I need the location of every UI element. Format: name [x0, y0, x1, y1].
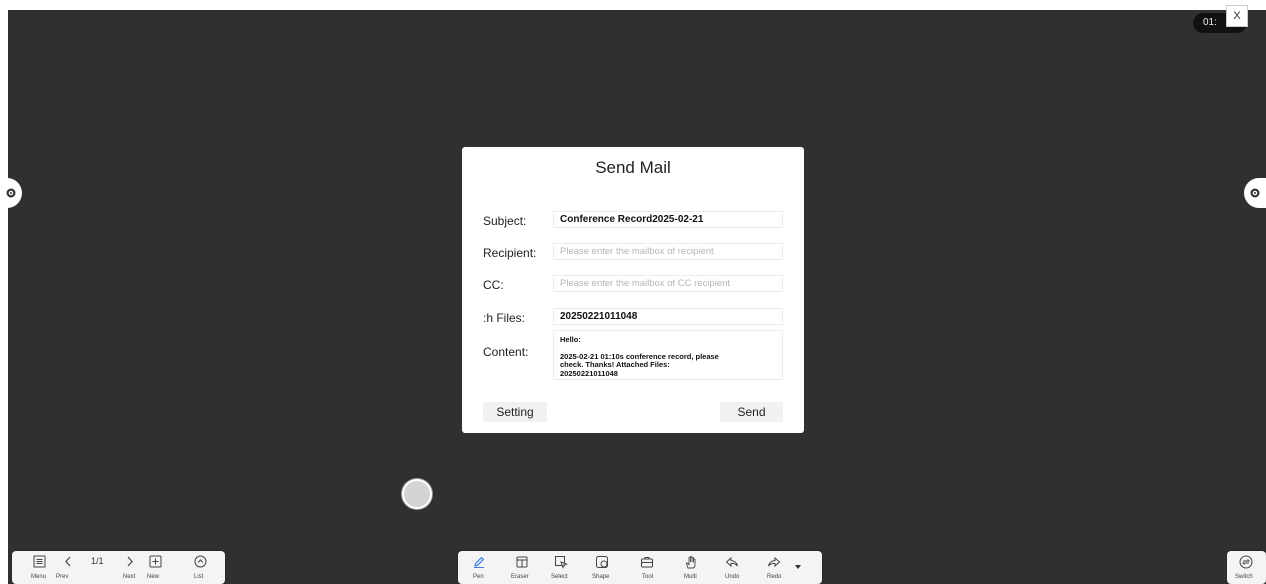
shape-label: Shape — [592, 574, 610, 580]
floating-assistant-ball[interactable] — [402, 479, 432, 509]
prev-label: Prev — [56, 574, 69, 580]
attached-files-input[interactable] — [553, 308, 783, 325]
attached-files-label: :h Files: — [483, 311, 526, 325]
content-line: Hello: — [560, 335, 581, 344]
recipient-label: Recipient: — [483, 246, 537, 260]
new-page-button[interactable] — [149, 555, 162, 568]
multi-touch-tool[interactable] — [684, 555, 698, 569]
hand-icon — [686, 556, 696, 569]
gear-icon — [6, 188, 16, 198]
tool-box[interactable] — [640, 555, 654, 569]
setting-button[interactable]: Setting — [483, 402, 547, 422]
menu-button[interactable] — [33, 555, 46, 568]
redo-icon — [768, 556, 781, 568]
undo-label: Undo — [725, 574, 740, 580]
send-mail-dialog: Send Mail Subject: Recipient: CC: :h Fil… — [462, 147, 804, 433]
caret-down-icon — [795, 565, 801, 569]
pen-label: Pen — [473, 574, 484, 580]
pen-icon — [474, 556, 485, 568]
content-line: 20250221011048 — [560, 368, 618, 378]
page-toolbar: 1/1 Menu Prev Next New List — [12, 551, 225, 584]
select-tool[interactable] — [554, 555, 568, 569]
eraser-icon — [516, 556, 528, 568]
send-button[interactable]: Send — [720, 402, 783, 422]
chevron-up-circle-icon — [194, 555, 207, 568]
new-label: New — [147, 574, 160, 580]
list-label: List — [194, 574, 204, 580]
cc-label: CC: — [483, 278, 504, 292]
switch-label: Switch — [1235, 574, 1253, 580]
undo-icon — [725, 556, 738, 568]
menu-label: Menu — [31, 574, 47, 580]
pen-tool[interactable] — [472, 555, 486, 569]
redo-button[interactable] — [767, 555, 781, 569]
shape-tool[interactable] — [595, 555, 609, 569]
switch-button[interactable] — [1239, 555, 1253, 569]
redo-label: Redo — [767, 574, 782, 580]
page-list-button[interactable] — [194, 555, 207, 568]
chevron-right-icon — [127, 556, 133, 567]
select-icon — [555, 556, 568, 569]
eraser-tool[interactable] — [515, 555, 529, 569]
select-label: Select — [551, 574, 568, 580]
toolbox-icon — [641, 557, 653, 568]
recipient-input[interactable] — [553, 243, 783, 260]
page-indicator: 1/1 — [91, 556, 104, 566]
chevron-left-icon — [65, 556, 71, 567]
subject-input[interactable] — [553, 211, 783, 228]
subject-label: Subject: — [483, 214, 527, 228]
undo-button[interactable] — [725, 555, 739, 569]
menu-icon — [33, 555, 46, 568]
switch-toolbar[interactable]: Switch — [1227, 551, 1266, 584]
content-textarea[interactable]: Hello: 2025-02-21 01:10s conference reco… — [553, 330, 783, 380]
multi-label: Multi — [684, 574, 697, 580]
tool-label: Tool — [642, 574, 654, 580]
content-label: Content: — [483, 345, 529, 359]
next-label: Next — [123, 574, 136, 580]
more-tools-button[interactable] — [794, 564, 802, 570]
shape-icon — [596, 556, 608, 568]
switch-icon — [1239, 555, 1253, 569]
close-button[interactable]: X — [1226, 5, 1248, 27]
eraser-label: Eraser — [511, 574, 529, 580]
cc-input[interactable] — [553, 275, 783, 292]
prev-page-button[interactable] — [63, 555, 73, 568]
next-page-button[interactable] — [125, 555, 135, 568]
dialog-title: Send Mail — [595, 158, 671, 177]
drawing-toolbar: Pen Eraser Select Shape Tool Multi Undo … — [458, 551, 822, 584]
gear-icon — [1250, 188, 1260, 198]
right-settings-tab[interactable] — [1244, 178, 1266, 208]
add-page-icon — [149, 555, 162, 568]
